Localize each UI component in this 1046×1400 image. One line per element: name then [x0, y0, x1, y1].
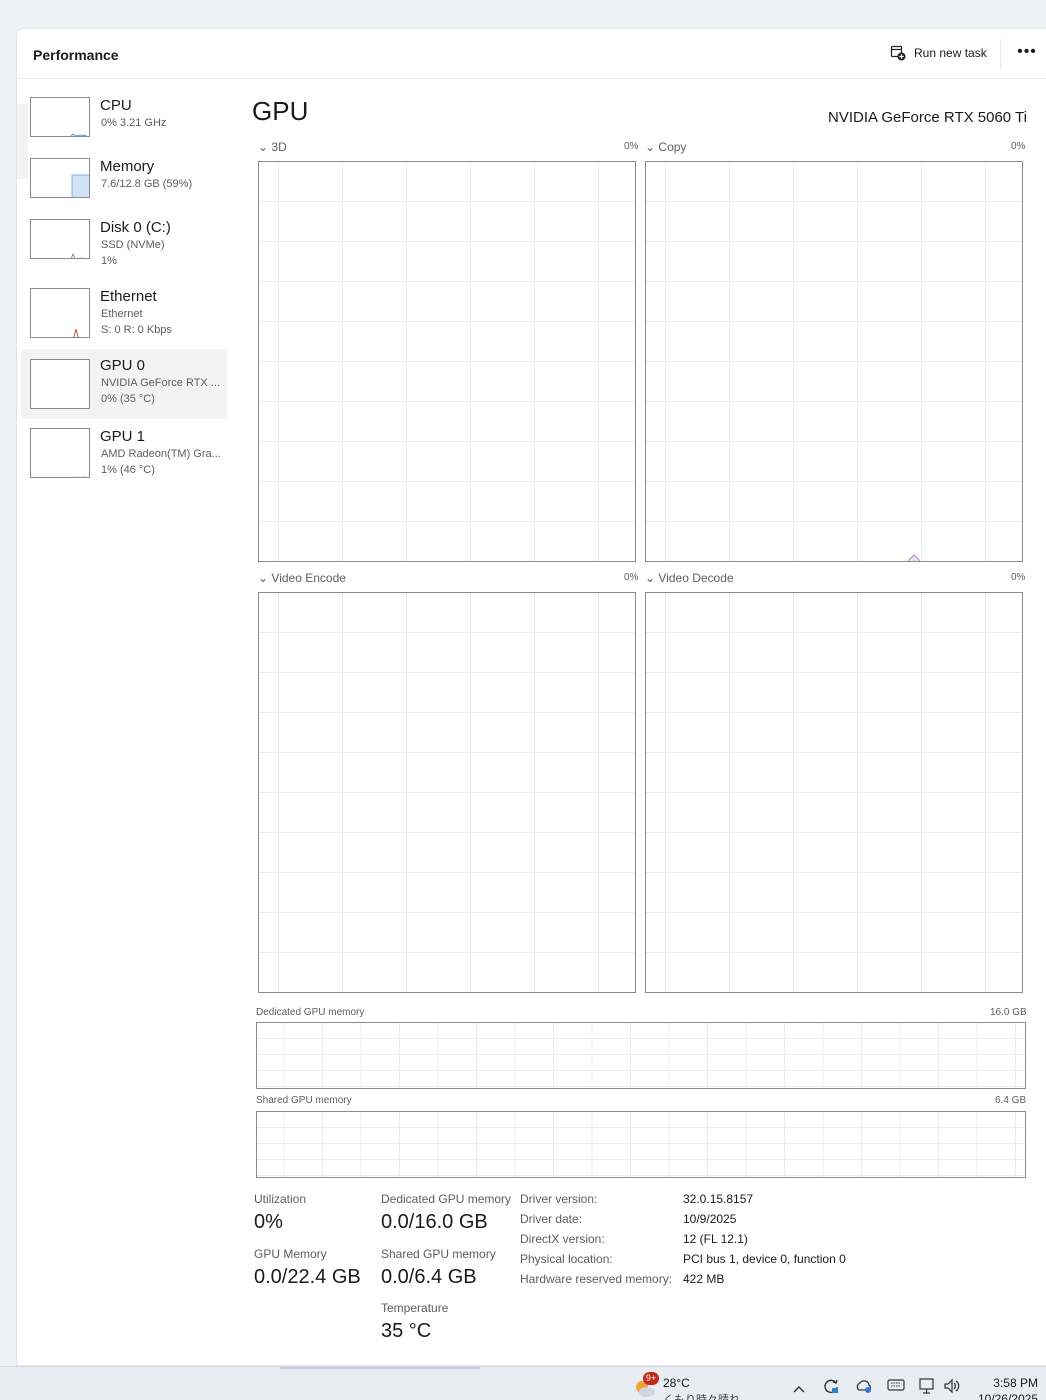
sidebar-item-label: CPU [100, 97, 132, 114]
ethernet-thumbnail-graph [30, 288, 90, 338]
sidebar-item-label: GPU 0 [100, 357, 146, 374]
utilization-value: 0% [254, 1211, 283, 1233]
weather-description[interactable]: くもり時々晴れ [663, 1391, 740, 1400]
graph-copy [645, 161, 1023, 562]
driver-date-key: Driver date: [520, 1212, 583, 1226]
dedicated-memory-graph-label: Dedicated GPU memory [256, 1007, 365, 1018]
sidebar-item-detail-2: 1% [101, 255, 117, 267]
chevron-down-icon: ⌄ [645, 571, 656, 585]
sidebar-item-label: Memory [100, 158, 155, 175]
utilization-label: Utilization [254, 1192, 307, 1206]
gpu1-thumbnail-graph [30, 428, 90, 478]
sidebar-item-gpu-0[interactable]: GPU 0 NVIDIA GeForce RTX ... 0% (35 °C) [21, 349, 227, 419]
graph-video-encode-selector[interactable]: ⌄ Video Encode [258, 571, 346, 585]
reserved-memory-value: 422 MB [683, 1272, 725, 1286]
volume-icon[interactable] [943, 1377, 961, 1398]
dedicated-memory-graph [256, 1022, 1026, 1089]
dedicated-memory-value: 0.0/16.0 GB [381, 1211, 488, 1233]
graph-copy-label: Copy [658, 140, 687, 154]
graph-video-decode-percent: 0% [1011, 572, 1026, 583]
graph-video-decode [645, 592, 1023, 993]
graph-copy-percent: 0% [1011, 141, 1026, 152]
run-new-task-button[interactable]: Run new task [890, 45, 987, 61]
sidebar-item-detail: AMD Radeon(TM) Gra... [101, 448, 221, 460]
graph-video-decode-selector[interactable]: ⌄ Video Decode [645, 571, 734, 585]
graph-video-encode-percent: 0% [624, 572, 639, 583]
sidebar-item-cpu[interactable]: CPU 0% 3.21 GHz [21, 97, 227, 165]
gpu0-thumbnail-graph [30, 359, 90, 409]
graph-video-decode-label: Video Decode [658, 571, 734, 585]
graph-copy-selector[interactable]: ⌄ Copy [645, 140, 686, 154]
chevron-down-icon: ⌄ [258, 571, 269, 585]
taskbar: 9+ 28°C くもり時々晴れ 3:58 PM 10/26/2025 [0, 1366, 1046, 1400]
gpu-model-name: NVIDIA GeForce RTX 5060 Ti [828, 109, 1027, 126]
gpu-heading: GPU [252, 96, 309, 126]
graph-video-encode [258, 592, 636, 993]
page-title: Performance [33, 47, 119, 63]
sidebar-item-gpu-1[interactable]: GPU 1 AMD Radeon(TM) Gra... 1% (46 °C) [21, 428, 227, 496]
dedicated-memory-graph-max: 16.0 GB [990, 1007, 1027, 1018]
clock-date[interactable]: 10/26/2025 [978, 1392, 1038, 1400]
chevron-down-icon: ⌄ [258, 140, 269, 154]
physical-location-value: PCI bus 1, device 0, function 0 [683, 1252, 846, 1266]
shared-memory-label: Shared GPU memory [381, 1247, 496, 1261]
sidebar-item-detail-2: 0% (35 °C) [101, 393, 155, 405]
sync-icon[interactable] [822, 1377, 840, 1398]
dedicated-memory-label: Dedicated GPU memory [381, 1192, 512, 1206]
graph-3d-selector[interactable]: ⌄ 3D [258, 140, 287, 154]
network-icon[interactable] [918, 1377, 936, 1398]
shared-memory-graph-max: 6.4 GB [995, 1095, 1027, 1106]
graph-video-encode-label: Video Encode [271, 571, 346, 585]
clock-time[interactable]: 3:58 PM [993, 1376, 1038, 1390]
sidebar-item-detail: 0% 3.21 GHz [101, 117, 167, 129]
sidebar-item-memory[interactable]: Memory 7.6/12.8 GB (59%) [21, 158, 227, 226]
weather-temperature[interactable]: 28°C [663, 1376, 690, 1390]
cloud-icon[interactable] [855, 1377, 873, 1398]
keyboard-icon[interactable] [887, 1377, 905, 1396]
driver-version-key: Driver version: [520, 1192, 598, 1206]
graph-3d [258, 161, 636, 562]
graph-3d-percent: 0% [624, 141, 639, 152]
driver-date-value: 10/9/2025 [683, 1212, 737, 1226]
chevron-down-icon: ⌄ [645, 140, 656, 154]
chevron-up-icon[interactable] [793, 1381, 805, 1397]
notification-badge: 9+ [643, 1372, 659, 1385]
sidebar-item-detail-2: 1% (46 °C) [101, 464, 155, 476]
gpu-memory-label: GPU Memory [254, 1247, 327, 1261]
shared-memory-graph [256, 1111, 1026, 1178]
task-manager-window: Performance Run new task ••• CPU 0% 3.21… [16, 28, 1046, 1366]
sidebar-item-ethernet[interactable]: Ethernet Ethernet S: 0 R: 0 Kbps [21, 288, 227, 356]
sidebar-item-detail: SSD (NVMe) [101, 239, 165, 251]
temperature-label: Temperature [381, 1301, 449, 1315]
temperature-value: 35 °C [381, 1320, 432, 1342]
sidebar-item-label: Ethernet [100, 288, 157, 305]
memory-thumbnail-graph [30, 158, 90, 198]
sidebar-item-detail-2: S: 0 R: 0 Kbps [101, 324, 172, 336]
directx-version-value: 12 (FL 12.1) [683, 1232, 748, 1246]
sidebar-item-detail: Ethernet [101, 308, 143, 320]
sidebar-item-detail: NVIDIA GeForce RTX ... [101, 377, 220, 389]
physical-location-key: Physical location: [520, 1252, 613, 1266]
header-divider [1000, 39, 1001, 69]
sidebar-item-label: GPU 1 [100, 428, 146, 445]
sidebar-item-detail: 7.6/12.8 GB (59%) [101, 178, 193, 190]
gpu-memory-value: 0.0/22.4 GB [254, 1266, 361, 1288]
run-new-task-label: Run new task [914, 46, 987, 60]
disk-thumbnail-graph [30, 219, 90, 259]
run-task-icon [890, 45, 906, 61]
cpu-thumbnail-graph [30, 97, 90, 137]
shared-memory-value: 0.0/6.4 GB [381, 1266, 477, 1288]
header-bar: Performance Run new task ••• [17, 29, 1046, 79]
driver-version-value: 32.0.15.8157 [683, 1192, 754, 1206]
shared-memory-graph-label: Shared GPU memory [256, 1095, 352, 1106]
taskbar-app-indicator [280, 1367, 480, 1369]
reserved-memory-key: Hardware reserved memory: [520, 1272, 673, 1286]
directx-version-key: DirectX version: [520, 1232, 605, 1246]
graph-3d-label: 3D [271, 140, 287, 154]
sidebar-item-disk[interactable]: Disk 0 (C:) SSD (NVMe) 1% [21, 219, 227, 287]
more-options-button[interactable]: ••• [1015, 41, 1039, 65]
sidebar-item-label: Disk 0 (C:) [100, 219, 171, 236]
